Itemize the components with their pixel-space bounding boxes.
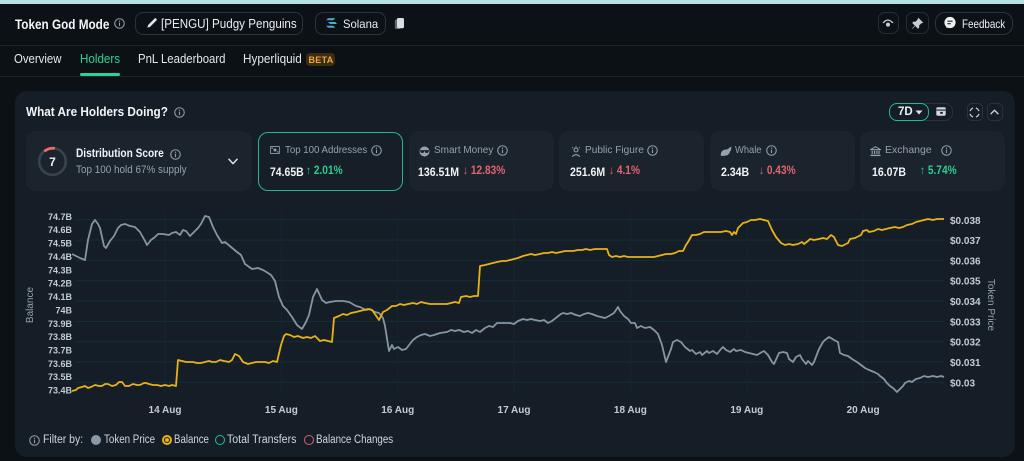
svg-text:74B: 74B bbox=[55, 305, 72, 315]
svg-text:16 Aug: 16 Aug bbox=[381, 405, 414, 416]
svg-text:$0.037: $0.037 bbox=[950, 236, 981, 247]
svg-text:$0.038: $0.038 bbox=[950, 216, 981, 227]
svg-text:$0.032: $0.032 bbox=[950, 338, 981, 349]
svg-text:$0.03: $0.03 bbox=[950, 378, 975, 389]
svg-text:74.6B: 74.6B bbox=[48, 225, 73, 235]
svg-text:$0.036: $0.036 bbox=[950, 256, 981, 267]
svg-text:$0.033: $0.033 bbox=[950, 317, 981, 328]
svg-text:19 Aug: 19 Aug bbox=[730, 405, 763, 416]
svg-text:74.2B: 74.2B bbox=[48, 279, 73, 289]
svg-text:73.8B: 73.8B bbox=[48, 332, 73, 342]
svg-text:$0.034: $0.034 bbox=[950, 297, 981, 308]
svg-text:73.5B: 73.5B bbox=[48, 372, 73, 382]
svg-text:$0.031: $0.031 bbox=[950, 358, 981, 369]
svg-text:74.3B: 74.3B bbox=[48, 265, 73, 275]
svg-text:73.6B: 73.6B bbox=[48, 359, 73, 369]
svg-text:73.7B: 73.7B bbox=[48, 346, 73, 356]
svg-text:15 Aug: 15 Aug bbox=[265, 405, 298, 416]
svg-text:Balance: Balance bbox=[25, 286, 36, 323]
svg-text:17 Aug: 17 Aug bbox=[498, 405, 531, 416]
svg-text:$0.035: $0.035 bbox=[950, 277, 981, 288]
svg-text:Token Price: Token Price bbox=[985, 279, 996, 332]
svg-text:73.4B: 73.4B bbox=[48, 386, 73, 396]
svg-text:14 Aug: 14 Aug bbox=[149, 405, 182, 416]
svg-text:74.7B: 74.7B bbox=[48, 212, 73, 222]
svg-text:18 Aug: 18 Aug bbox=[614, 405, 647, 416]
svg-text:74.1B: 74.1B bbox=[48, 292, 73, 302]
svg-text:73.9B: 73.9B bbox=[48, 319, 73, 329]
svg-text:20 Aug: 20 Aug bbox=[847, 405, 880, 416]
svg-text:74.4B: 74.4B bbox=[48, 252, 73, 262]
svg-text:74.5B: 74.5B bbox=[48, 239, 73, 249]
svg-text:7: 7 bbox=[49, 155, 56, 169]
